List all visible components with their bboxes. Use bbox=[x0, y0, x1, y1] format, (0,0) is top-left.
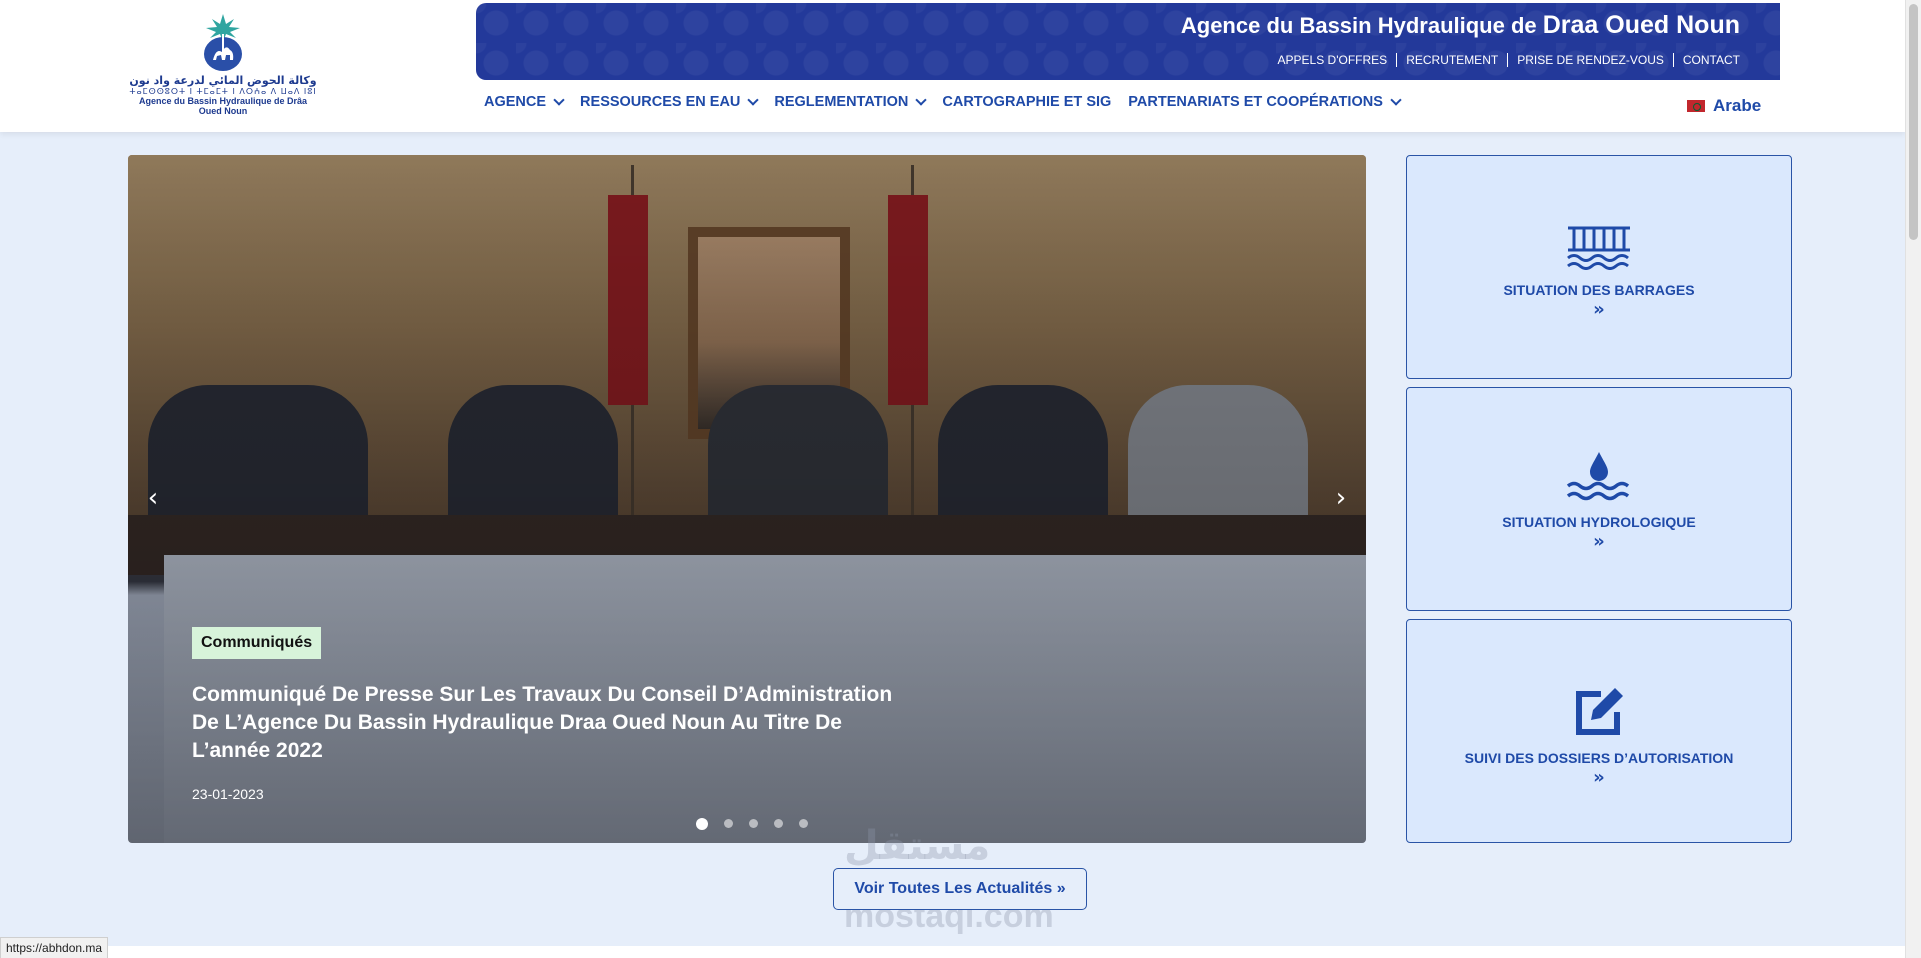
top-banner: Agence du Bassin Hydraulique de Draa Oue… bbox=[476, 3, 1780, 80]
chevron-down-icon bbox=[915, 93, 928, 106]
nav-item-label: CARTOGRAPHIE ET SIG bbox=[942, 94, 1112, 110]
all-news-label: Voir Toutes Les Actualités bbox=[854, 880, 1053, 897]
category-badge[interactable]: Communiqués bbox=[192, 627, 322, 659]
link-appels-offres[interactable]: APPELS D'OFFRES bbox=[1269, 53, 1397, 67]
logo-tifinagh-text: ⵜⴰⵎⵙⵙⵓⵔⵜ ⵏ ⵜⵎⴰⵎⵜ ⵏ ⴷⵔⵄⴰ ⴷ ⵡⴰⴷ ⵏⵓⵏ bbox=[129, 87, 317, 96]
chevron-left-icon[interactable]: ‹ bbox=[140, 485, 166, 511]
card-autorisation[interactable]: SUIVI DES DOSSIERS D’AUTORISATION » bbox=[1406, 619, 1792, 843]
nav-item-label: REGLEMENTATION bbox=[774, 94, 909, 110]
double-chevron-right-icon: » bbox=[1593, 531, 1605, 552]
language-switch[interactable]: Arabe bbox=[1687, 96, 1761, 116]
card-label: SUIVI DES DOSSIERS D’AUTORISATION bbox=[1464, 750, 1734, 766]
carousel-dot[interactable] bbox=[749, 819, 758, 828]
nav-item-label: AGENCE bbox=[484, 94, 547, 110]
carousel-dot[interactable] bbox=[774, 819, 783, 828]
card-label: SITUATION DES BARRAGES bbox=[1503, 282, 1695, 298]
card-hydrologique[interactable]: SITUATION HYDROLOGIQUE » bbox=[1406, 387, 1792, 611]
link-recrutement[interactable]: RECRUTEMENT bbox=[1397, 53, 1507, 67]
link-contact[interactable]: CONTACT bbox=[1674, 53, 1740, 67]
language-label: Arabe bbox=[1713, 96, 1762, 115]
scrollbar[interactable] bbox=[1905, 0, 1921, 958]
chevron-right-icon[interactable]: › bbox=[1328, 485, 1354, 511]
chevron-down-icon bbox=[1390, 93, 1402, 106]
watermark-arabic: مستقل bbox=[844, 823, 991, 869]
all-news-button[interactable]: Voir Toutes Les Actualités » bbox=[833, 868, 1087, 910]
agency-title: Agence du Bassin Hydraulique de Draa Oue… bbox=[1181, 11, 1740, 40]
slide-title[interactable]: Communiqué De Presse Sur Les Travaux Du … bbox=[192, 681, 912, 765]
logo-french-text: Agence du Bassin Hydraulique de Drâa Oue… bbox=[138, 96, 308, 116]
main-nav: AGENCE RESSOURCES EN EAU REGLEMENTATION … bbox=[484, 93, 1417, 110]
morocco-flag-icon bbox=[1687, 100, 1705, 112]
nav-item-label: RESSOURCES EN EAU bbox=[580, 94, 741, 110]
nav-item-ressources[interactable]: RESSOURCES EN EAU bbox=[580, 93, 760, 110]
double-chevron-right-icon: » bbox=[1593, 767, 1605, 788]
double-chevron-right-icon: » bbox=[1056, 880, 1066, 897]
carousel-indicators bbox=[688, 817, 816, 830]
carousel-dot[interactable] bbox=[724, 819, 733, 828]
chevron-down-icon bbox=[747, 93, 760, 106]
agency-title-name: Draa Oued Noun bbox=[1542, 11, 1740, 39]
edit-icon bbox=[1576, 688, 1623, 735]
palm-camel-logo-icon bbox=[204, 14, 242, 71]
carousel-dot[interactable] bbox=[696, 817, 708, 830]
logo-arabic-text: وكالة الحوض المائي لدرعة واد نون bbox=[129, 74, 317, 87]
dam-icon bbox=[1567, 226, 1630, 270]
scrollbar-thumb[interactable] bbox=[1909, 4, 1918, 240]
site-header: وكالة الحوض المائي لدرعة واد نون ⵜⴰⵎⵙⵙⵓⵔ… bbox=[0, 0, 1905, 132]
status-bar-url: https://abhdon.ma bbox=[0, 937, 109, 958]
agency-logo[interactable]: وكالة الحوض المائي لدرعة واد نون ⵜⴰⵎⵙⵙⵓⵔ… bbox=[128, 10, 318, 122]
top-links: APPELS D'OFFRES RECRUTEMENT PRISE DE REN… bbox=[1269, 53, 1740, 67]
page-bottom-strip bbox=[0, 946, 1905, 958]
nav-item-agence[interactable]: AGENCE bbox=[484, 93, 565, 110]
nav-item-label: PARTENARIATS ET COOPÉRATIONS bbox=[1128, 94, 1383, 110]
chevron-down-icon bbox=[553, 93, 565, 106]
carousel-dot[interactable] bbox=[799, 819, 808, 828]
water-drop-icon bbox=[1566, 452, 1630, 501]
news-carousel[interactable]: ‹ › Communiqués Communiqué De Presse Sur… bbox=[128, 155, 1366, 843]
agency-title-prefix: Agence du Bassin Hydraulique de bbox=[1180, 13, 1537, 38]
card-barrages[interactable]: SITUATION DES BARRAGES » bbox=[1406, 155, 1792, 379]
nav-item-reglementation[interactable]: REGLEMENTATION bbox=[774, 93, 928, 110]
card-label: SITUATION HYDROLOGIQUE bbox=[1502, 514, 1696, 530]
double-chevron-right-icon: » bbox=[1593, 299, 1605, 320]
slide-date: 23-01-2023 bbox=[192, 786, 264, 802]
link-rendez-vous[interactable]: PRISE DE RENDEZ-VOUS bbox=[1508, 53, 1673, 67]
nav-item-partenariats[interactable]: PARTENARIATS ET COOPÉRATIONS bbox=[1128, 93, 1402, 110]
nav-item-cartographie[interactable]: CARTOGRAPHIE ET SIG bbox=[942, 94, 1111, 110]
